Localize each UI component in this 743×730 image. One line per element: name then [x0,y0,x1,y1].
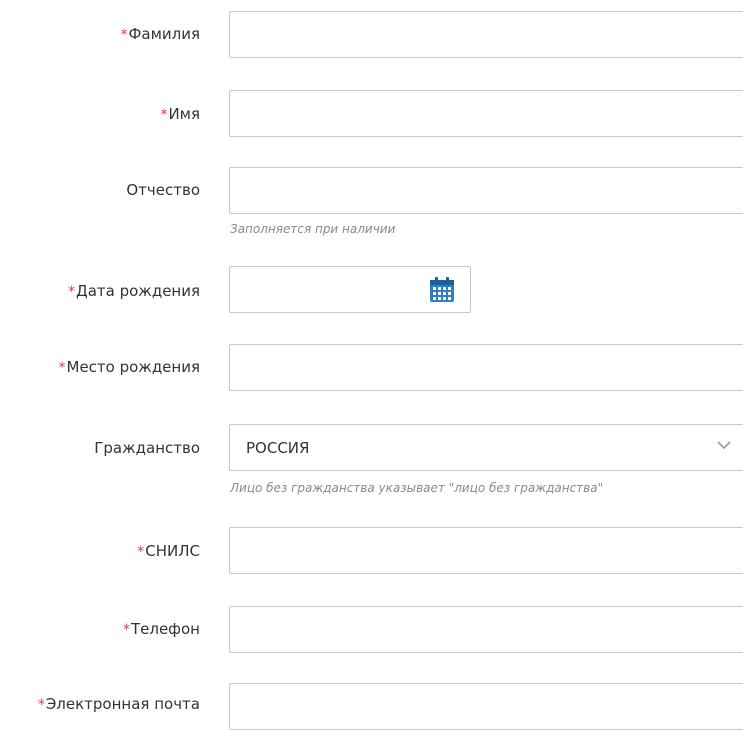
snils-label: *СНИЛС [137,542,200,560]
name-input[interactable] [229,90,743,137]
required-mark: * [137,544,145,560]
required-mark: * [160,107,168,123]
patronymic-hint: Заполняется при наличии [230,222,396,236]
required-mark: * [58,360,66,376]
phone-label: *Телефон [122,620,200,638]
birth-place-input[interactable] [229,344,743,391]
patronymic-input[interactable] [229,167,743,214]
required-mark: * [37,697,45,713]
birth-date-label: *Дата рождения [68,282,200,300]
required-mark: * [122,622,130,638]
name-label: *Имя [160,105,200,123]
birth-place-label: *Место рождения [58,358,201,376]
required-mark: * [120,27,128,43]
surname-label: *Фамилия [120,25,200,43]
phone-input[interactable] [229,606,743,653]
chevron-down-icon[interactable] [716,437,732,453]
citizenship-label: Гражданство [94,439,200,457]
surname-input[interactable] [229,11,743,58]
calendar-icon[interactable] [428,276,456,304]
citizenship-hint: Лицо без гражданства указывает "лицо без… [230,481,604,495]
email-input[interactable] [229,683,743,730]
citizenship-value: РОССИЯ [246,439,310,457]
patronymic-label: Отчество [126,181,200,199]
required-mark: * [68,284,75,300]
email-label: *Электронная почта [37,695,200,713]
snils-input[interactable] [229,527,743,574]
